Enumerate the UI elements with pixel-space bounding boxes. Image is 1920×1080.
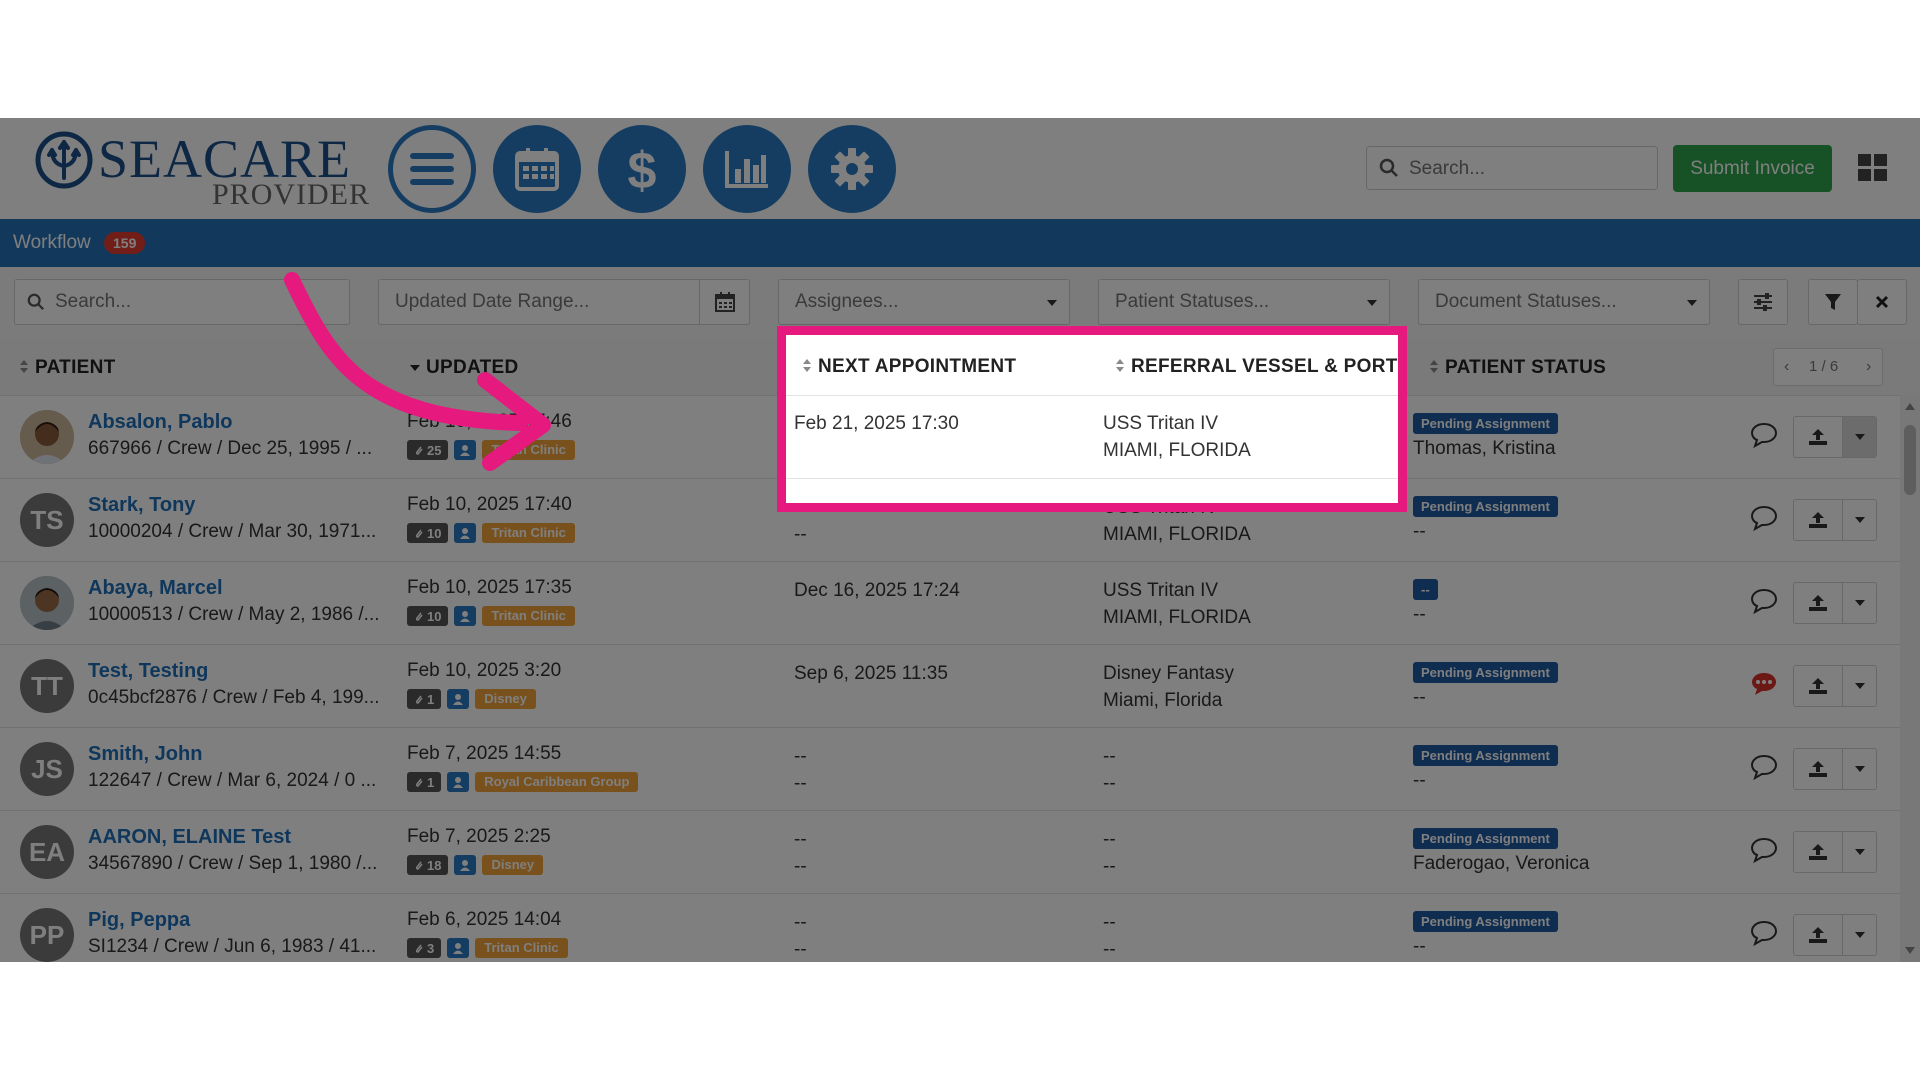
tutorial-arrow-icon — [284, 272, 551, 471]
app-window: SEACARE PROVIDER $ — [0, 118, 1920, 962]
